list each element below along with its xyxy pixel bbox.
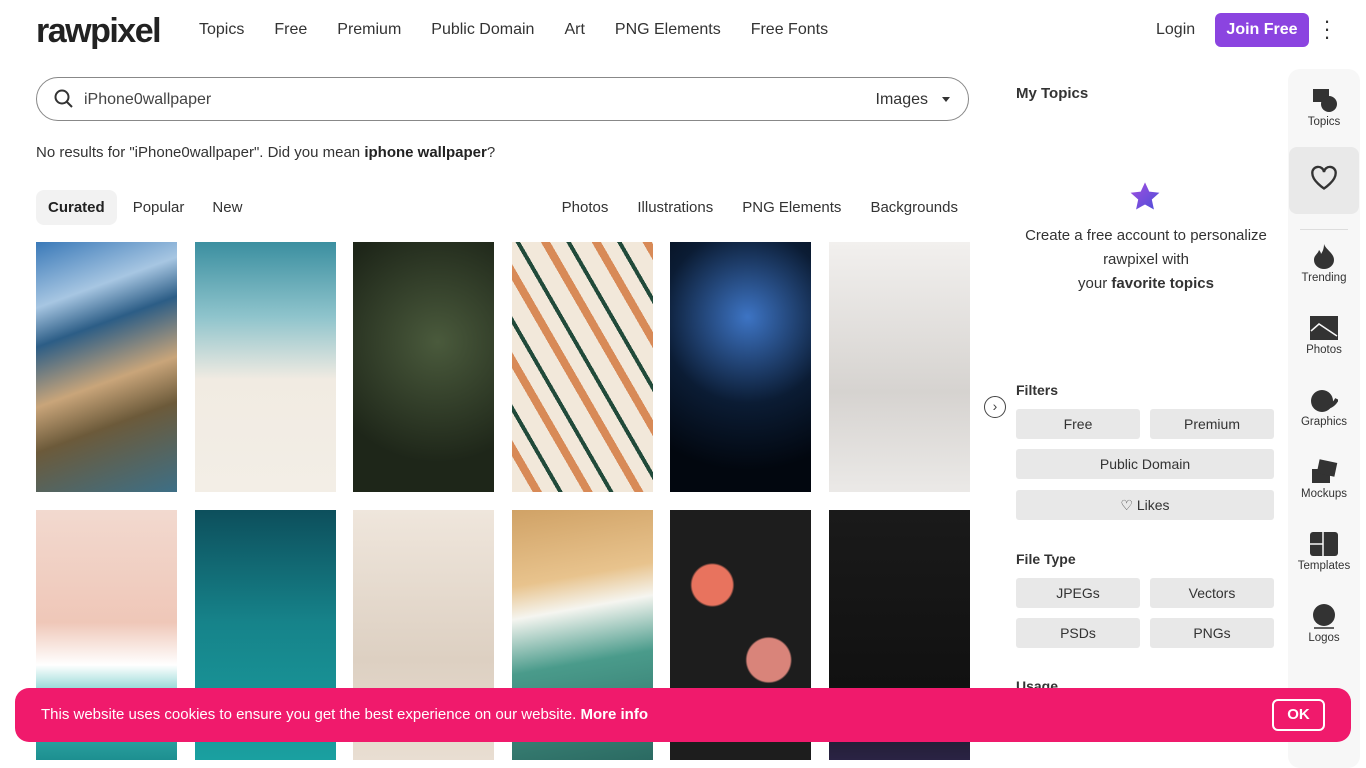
rail-label: Templates: [1297, 560, 1351, 572]
cat-illustrations[interactable]: Illustrations: [637, 199, 713, 216]
rail-label: Trending: [1301, 272, 1347, 284]
flame-icon: [1310, 243, 1338, 269]
tab-popular[interactable]: Popular: [121, 190, 197, 225]
promo-line: Create a free account to personalize raw…: [1025, 227, 1267, 268]
sort-tabs: Curated Popular New: [36, 190, 258, 225]
nav-free[interactable]: Free: [274, 21, 307, 39]
rail-templates[interactable]: Templates: [1288, 531, 1360, 572]
promo-bold: favorite topics: [1111, 275, 1214, 292]
category-tabs: Photos Illustrations PNG Elements Backgr…: [562, 199, 958, 216]
nav-topics[interactable]: Topics: [199, 21, 244, 39]
chevron-right-icon[interactable]: ›: [984, 396, 1006, 418]
nav-public-domain[interactable]: Public Domain: [431, 21, 534, 39]
rail-mockups[interactable]: Mockups: [1288, 459, 1360, 500]
more-menu-icon[interactable]: · · ·: [1320, 10, 1334, 48]
nav-premium[interactable]: Premium: [337, 21, 401, 39]
file-type-heading: File Type: [1016, 551, 1076, 567]
image-tile[interactable]: [670, 242, 812, 492]
tab-new[interactable]: New: [200, 190, 254, 225]
rail-label: Logos: [1308, 632, 1340, 644]
filter-premium[interactable]: Premium: [1150, 409, 1274, 439]
filetype-pngs[interactable]: PNGs: [1150, 618, 1274, 648]
cookie-banner: This website uses cookies to ensure you …: [15, 688, 1351, 742]
notice-text: No results for "iPhone0wallpaper". Did y…: [36, 144, 365, 161]
rail-label: Graphics: [1300, 416, 1348, 428]
rail-graphics[interactable]: Graphics: [1288, 387, 1360, 428]
more-info-link[interactable]: More info: [580, 706, 648, 723]
rawpixel-logo[interactable]: rawpixel: [36, 12, 162, 51]
rail-topics[interactable]: Topics: [1288, 87, 1360, 128]
tab-curated[interactable]: Curated: [36, 190, 117, 225]
image-grid: [36, 242, 970, 760]
promo-line-2: your: [1078, 275, 1112, 292]
my-topics-heading: My Topics: [1016, 85, 1089, 102]
chevron-down-icon: [942, 97, 950, 102]
notice-suffix: ?: [486, 144, 496, 161]
cookie-ok-button[interactable]: OK: [1272, 699, 1325, 731]
rail-label: Photos: [1306, 344, 1342, 356]
nav-free-fonts[interactable]: Free Fonts: [751, 21, 828, 39]
no-results-message: No results for "iPhone0wallpaper". Did y…: [36, 144, 495, 161]
nav-art[interactable]: Art: [564, 21, 584, 39]
image-tile[interactable]: [511, 242, 653, 492]
join-free-button[interactable]: Join Free: [1215, 13, 1309, 47]
search-bar[interactable]: iPhone0wallpaper Images: [36, 77, 969, 121]
main-nav: Topics Free Premium Public Domain Art PN…: [199, 21, 828, 39]
cookie-text: This website uses cookies to ensure you …: [41, 706, 648, 723]
cat-backgrounds[interactable]: Backgrounds: [870, 199, 958, 216]
right-rail: Topics Trending Photos Graphics Mockups …: [1288, 69, 1360, 768]
cat-photos[interactable]: Photos: [562, 199, 609, 216]
rail-likes[interactable]: [1289, 147, 1359, 214]
heart-icon: [1311, 165, 1337, 190]
nav-png-elements[interactable]: PNG Elements: [615, 21, 721, 39]
rail-divider: [1300, 229, 1348, 230]
rail-logos[interactable]: Logos: [1288, 603, 1360, 644]
image-tile[interactable]: [36, 242, 177, 492]
photo-icon: [1310, 315, 1338, 341]
cat-png-elements[interactable]: PNG Elements: [742, 199, 841, 216]
likes-label: Likes: [1136, 497, 1170, 513]
star-icon: [1130, 182, 1160, 210]
rail-label: Mockups: [1300, 488, 1348, 500]
filters-heading: Filters: [1016, 382, 1059, 398]
cookie-message: This website uses cookies to ensure you …: [41, 706, 581, 723]
filter-free[interactable]: Free: [1016, 409, 1140, 439]
promo-text: Create a free account to personalize raw…: [1016, 224, 1276, 296]
search-icon: [54, 89, 73, 108]
image-tile[interactable]: [353, 242, 495, 492]
mockup-icon: [1310, 459, 1338, 485]
image-tile[interactable]: [194, 242, 336, 492]
search-type-select[interactable]: Images: [876, 91, 928, 109]
rail-trending[interactable]: Trending: [1288, 243, 1360, 284]
search-input[interactable]: iPhone0wallpaper: [84, 91, 211, 109]
logo-icon: [1310, 603, 1338, 629]
filetype-vectors[interactable]: Vectors: [1150, 578, 1274, 608]
rail-label: Topics: [1307, 116, 1341, 128]
filter-public-domain[interactable]: Public Domain: [1016, 449, 1274, 479]
filter-likes[interactable]: ♡ Likes: [1016, 490, 1274, 520]
filetype-jpegs[interactable]: JPEGs: [1016, 578, 1140, 608]
heart-icon: ♡: [1120, 497, 1133, 513]
filetype-psds[interactable]: PSDs: [1016, 618, 1140, 648]
rail-photos[interactable]: Photos: [1288, 315, 1360, 356]
suggestion-link[interactable]: iphone wallpaper: [364, 144, 487, 161]
topics-icon: [1310, 87, 1338, 113]
graphics-icon: [1310, 387, 1338, 413]
login-link[interactable]: Login: [1156, 21, 1195, 39]
template-icon: [1310, 531, 1338, 557]
image-tile[interactable]: [828, 242, 970, 492]
